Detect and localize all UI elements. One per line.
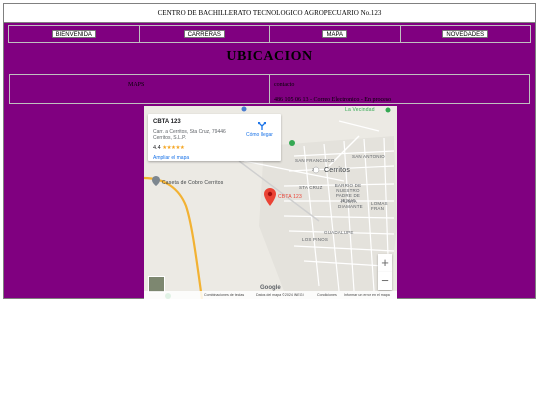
nav-cell-novedades: NOVEDADES: [401, 26, 531, 42]
zoom-out-button[interactable]: −: [378, 272, 392, 290]
maps-label: MAPS: [128, 82, 145, 88]
contact-cell: contacto 486 105 06 13 - Correo Electron…: [270, 75, 529, 103]
page-title: UBICACION: [226, 49, 313, 64]
maps-cell: MAPS: [10, 75, 270, 103]
marker-label: CBTA 123: [278, 194, 303, 200]
directions-link[interactable]: Cómo llegar: [246, 132, 273, 138]
place-rating: 4.4 ★★★★★: [153, 145, 185, 151]
punta-diamante-label: PUNTA DIAMANTE: [338, 199, 363, 209]
nav-cell-mapa: MAPA: [270, 26, 401, 42]
rating-value: 4.4: [153, 145, 161, 151]
sta-cruz-label: STA CRUZ: [299, 185, 323, 190]
place-address: Carr. a Cerritos, Sta Cruz, 79446 Cerrit…: [153, 129, 226, 141]
contact-value: 486 105 06 13 - Correo Electronico - En …: [274, 97, 392, 103]
nav-bar: BIENVENIDA CARRERAS MAPA NOVEDADES: [8, 25, 531, 43]
zoom-in-button[interactable]: +: [378, 254, 392, 272]
guadalupe-label: GUADALUPE: [324, 230, 354, 235]
shortcuts-link[interactable]: Combinaciones de teclas: [204, 293, 244, 297]
mapa-button[interactable]: MAPA: [322, 30, 348, 38]
san-francisco-label: SAN FRANCISCO: [295, 158, 335, 163]
enlarge-map-link[interactable]: Ampliar el mapa: [153, 155, 189, 161]
nav-cell-bienvenida: BIENVENIDA: [9, 26, 140, 42]
terms-link[interactable]: Condiciones: [317, 293, 337, 297]
report-link[interactable]: Informar un error en el mapa: [344, 293, 390, 297]
carreras-button[interactable]: CARRERAS: [183, 30, 225, 38]
cerritos-label: Cerritos: [324, 167, 351, 174]
novedades-button[interactable]: NOVEDADES: [442, 30, 489, 38]
nav-cell-carreras: CARRERAS: [140, 26, 270, 42]
vecindad-label: La Vecindad: [345, 107, 375, 113]
contact-label: contacto: [274, 82, 295, 88]
rating-stars: ★★★★★: [162, 145, 185, 151]
school-header: CENTRO DE BACHILLERATO TECNOLOGICO AGROP…: [4, 4, 535, 23]
caseta-pin-icon: [152, 176, 160, 186]
caseta-label: Caseta de Cobro Cerritos: [162, 180, 224, 186]
place-name: CBTA 123: [153, 119, 181, 125]
directions-icon[interactable]: [257, 121, 267, 131]
road-2-label: 2: [312, 167, 315, 172]
info-table: MAPS contacto 486 105 06 13 - Correo Ele…: [9, 74, 530, 104]
san-antonio-label: SAN ANTONIO: [352, 154, 385, 159]
bienvenida-button[interactable]: BIENVENIDA: [51, 30, 96, 38]
place-card: CBTA 123 Carr. a Cerritos, Sta Cruz, 794…: [148, 114, 281, 161]
page-frame: CENTRO DE BACHILLERATO TECNOLOGICO AGROP…: [3, 3, 536, 299]
los-pinos-label: LOS PINOS: [302, 237, 329, 242]
embedded-map[interactable]: CBTA 123 Carr. a Cerritos, Sta Cruz, 794…: [144, 106, 397, 299]
map-footer: Combinaciones de teclas Datos del mapa ©…: [144, 291, 397, 299]
lomas-label: LOMAS FRAN: [371, 201, 388, 211]
location-pin-icon[interactable]: [264, 188, 276, 206]
map-data-text: Datos del mapa ©2024 INEGI: [256, 293, 304, 297]
